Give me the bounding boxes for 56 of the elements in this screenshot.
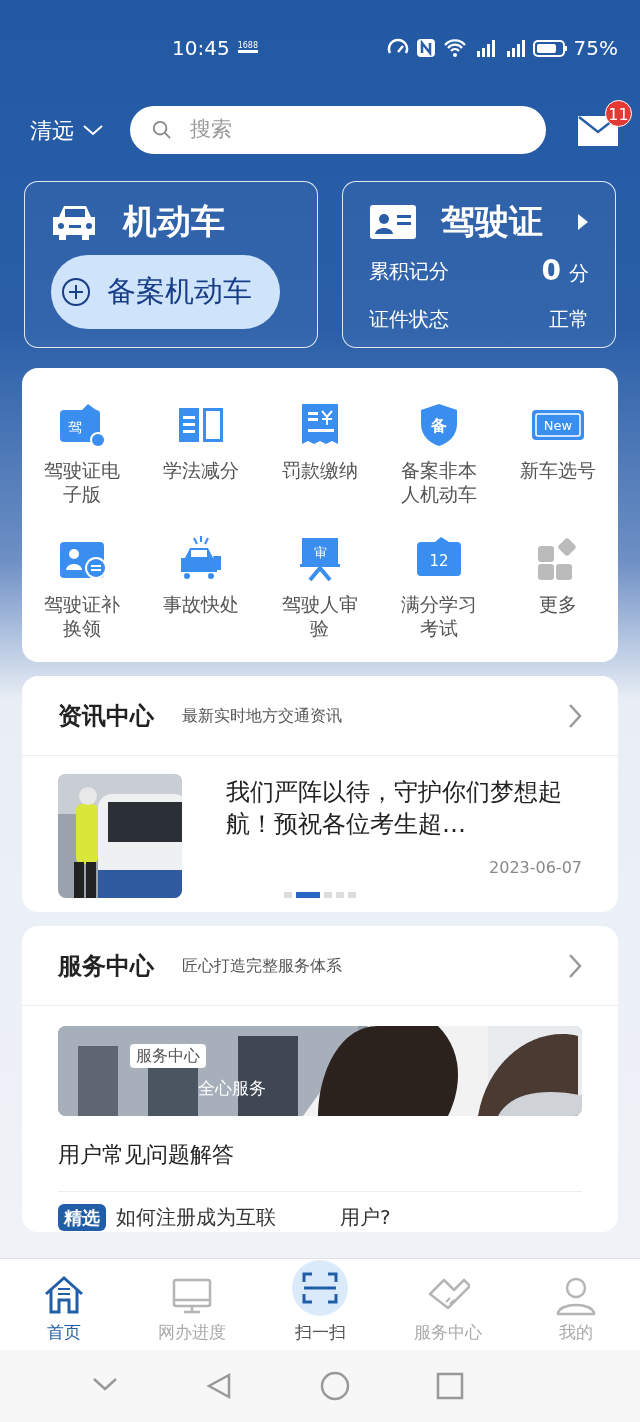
nav-tab[interactable]: 首页: [0, 1259, 128, 1350]
service-label[interactable]: 事故快处: [141, 592, 261, 616]
card-title: 驾驶证: [440, 200, 544, 243]
service-label[interactable]: 更多: [498, 592, 618, 616]
home-button-icon[interactable]: [320, 1371, 350, 1401]
recents-icon[interactable]: [434, 1371, 465, 1401]
featured-tag: 精选: [58, 1203, 106, 1231]
service-label[interactable]: 备案非本人机动车: [379, 458, 499, 506]
number-label: 12: [429, 552, 449, 570]
service-label[interactable]: 罚款缴纳: [260, 458, 380, 482]
service-label[interactable]: 驾驶证补换领: [22, 592, 142, 640]
icon-label: 驾: [67, 419, 82, 435]
plus-circle-icon: [61, 277, 91, 307]
new-label: New: [544, 418, 573, 433]
battery-level: 75%: [573, 34, 618, 62]
section-title: 服务中心: [58, 950, 154, 982]
nav-tab[interactable]: 扫一扫: [256, 1259, 384, 1350]
faq-heading[interactable]: 用户常见问题解答: [58, 1116, 582, 1192]
banner-tag: 服务中心: [130, 1044, 206, 1068]
faq-question[interactable]: 用户?: [340, 1202, 391, 1232]
section-subtitle: 最新实时地方交通资讯: [182, 704, 343, 727]
chevron-right-icon[interactable]: [568, 702, 582, 729]
id-card-icon: [368, 203, 417, 240]
chevron-right-icon[interactable]: [568, 952, 582, 979]
info-label: 累积记分: [368, 258, 449, 285]
license-card[interactable]: 驾驶证 累积记分 0 分 证件状态 正常: [341, 181, 616, 348]
news-date: 2023-06-07: [488, 857, 582, 879]
service-label[interactable]: 驾驶证电子版: [22, 458, 142, 506]
city-selector[interactable]: 清远: [30, 113, 74, 147]
nfc-icon: [414, 36, 437, 59]
info-value: 正常: [549, 306, 589, 333]
service-label[interactable]: 新车选号: [498, 458, 618, 482]
info-label: 证件状态: [368, 306, 449, 333]
search-field[interactable]: 搜索: [130, 106, 546, 154]
status-badge: 1688: [237, 42, 258, 53]
status-time: 10:45: [172, 34, 230, 62]
icon-label: 备: [431, 416, 448, 435]
info-value: 0: [541, 253, 561, 289]
service-label[interactable]: 满分学习考试: [379, 592, 499, 640]
service-label[interactable]: 驾驶人审验: [260, 592, 380, 640]
icon-label: 审: [313, 545, 327, 560]
banner-caption: 全心服务: [198, 1077, 266, 1100]
unit-label: 分: [569, 260, 589, 287]
section-title: 资讯中心: [58, 700, 154, 732]
card-title: 机动车: [123, 200, 225, 243]
service-label[interactable]: 学法减分: [141, 458, 261, 482]
caret-right-icon: [577, 212, 589, 231]
register-vehicle-button[interactable]: 备案机动车: [51, 255, 280, 329]
search-input[interactable]: 搜索: [187, 113, 524, 147]
search-icon: [152, 119, 172, 141]
section-subtitle: 匠心打造完整服务体系: [182, 954, 343, 977]
faq-question[interactable]: 如何注册成为互联: [116, 1202, 276, 1232]
wifi-icon: [442, 36, 467, 59]
notification-badge: 11: [605, 100, 632, 127]
chevron-down-icon: [82, 123, 104, 137]
news-headline[interactable]: 我们严阵以待，守护你们梦想起航！预祝各位考生超…: [226, 776, 582, 840]
